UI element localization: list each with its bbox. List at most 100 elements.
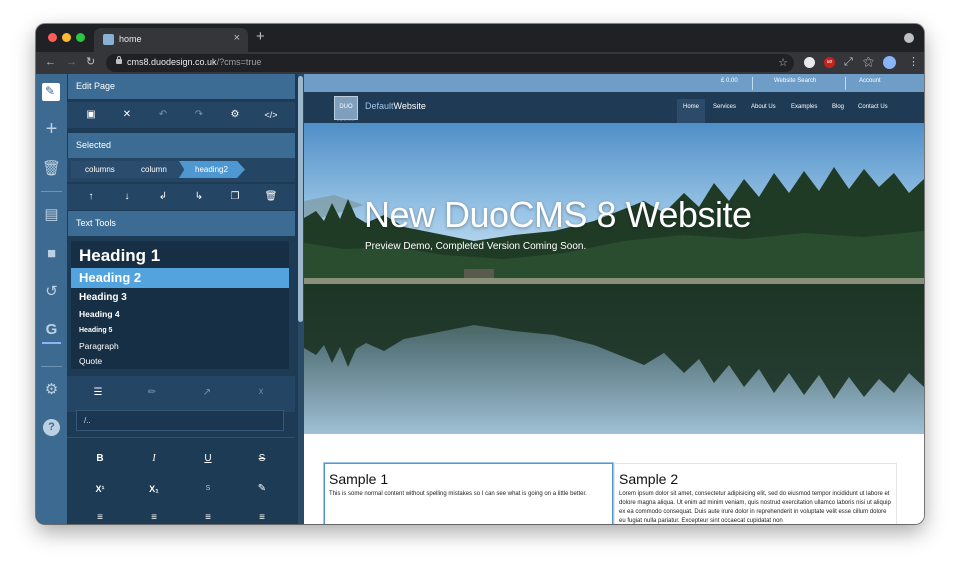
indent-icon[interactable]: ↲: [151, 188, 175, 206]
duplicate-icon[interactable]: ❐: [223, 188, 247, 206]
nav-services[interactable]: Services: [707, 99, 742, 123]
basket-total[interactable]: £ 0.00: [721, 78, 738, 84]
align-center-icon[interactable]: ≡: [142, 508, 166, 524]
puzzle-extensions-icon[interactable]: ⚝: [863, 55, 874, 69]
gear-icon[interactable]: ⚙: [223, 106, 247, 124]
move-down-icon[interactable]: ↓: [115, 188, 139, 206]
align-justify-icon[interactable]: ≡: [250, 508, 274, 524]
subscript-button[interactable]: X₁: [142, 479, 166, 499]
website-search-link[interactable]: Website Search: [774, 78, 816, 84]
sample-2-text[interactable]: Lorem ipsum dolor sit amet, consectetur …: [615, 487, 896, 524]
gear-icon[interactable]: ⚙: [42, 380, 61, 399]
superscript-button[interactable]: X¹: [88, 479, 112, 499]
browser-toolbar: ← → ↻ cms8.duodesign.co.uk/?cms=true ☆ u…: [36, 52, 924, 74]
redo-icon[interactable]: ↷: [187, 106, 211, 124]
underline-button[interactable]: U: [196, 449, 220, 469]
sample-1-text[interactable]: This is some normal content without spel…: [325, 487, 612, 499]
duo-logo[interactable]: DUO: [334, 96, 358, 120]
url-host: cms8.duodesign.co.uk: [127, 57, 217, 67]
hero-title[interactable]: New DuoCMS 8 Website: [364, 194, 752, 236]
document-icon[interactable]: ▤: [42, 205, 61, 224]
cms-editor-panel: Edit Page ▣ ✕ ↶ ↷ ⚙ </> Selected columns…: [67, 74, 298, 524]
sample-2-title[interactable]: Sample 2: [615, 464, 896, 487]
trash-icon[interactable]: 🗑: [42, 159, 61, 178]
duo-logo-subtext: DESIGN: [337, 118, 355, 122]
code-icon[interactable]: </>: [259, 106, 283, 124]
resize-extension-icon[interactable]: ⤢: [844, 55, 853, 69]
nav-examples[interactable]: Examples: [785, 99, 823, 123]
url-path: /?cms=true: [216, 57, 262, 67]
rail-divider: [41, 366, 62, 367]
link-url-input[interactable]: /..: [76, 410, 284, 431]
smallcaps-button[interactable]: S: [196, 479, 220, 499]
bold-button[interactable]: B: [88, 449, 112, 469]
address-bar[interactable]: cms8.duodesign.co.uk/?cms=true ☆: [106, 54, 794, 72]
nav-contact-us[interactable]: Contact Us: [852, 99, 894, 123]
profile-avatar[interactable]: [883, 56, 896, 69]
breadcrumb-heading2[interactable]: heading2: [179, 161, 245, 178]
google-g-icon[interactable]: G: [42, 320, 61, 339]
align-left-icon[interactable]: ≡: [88, 508, 112, 524]
breadcrumb-column[interactable]: column: [125, 161, 187, 178]
move-up-icon[interactable]: ↑: [79, 188, 103, 206]
back-arrow-icon[interactable]: ←: [45, 55, 56, 69]
maximize-window-icon[interactable]: [76, 33, 85, 42]
tab-close-icon[interactable]: ×: [234, 32, 240, 44]
external-link-icon[interactable]: ↗: [195, 384, 219, 402]
sample-1-title[interactable]: Sample 1: [325, 464, 612, 487]
breadcrumb-columns[interactable]: columns: [71, 161, 133, 178]
strikethrough-button[interactable]: S: [250, 449, 274, 469]
reload-icon[interactable]: ↻: [86, 55, 95, 69]
add-plus-icon[interactable]: +: [42, 119, 61, 139]
color-picker-icon[interactable]: ✎: [250, 479, 274, 499]
outdent-icon[interactable]: ↳: [187, 188, 211, 206]
history-icon[interactable]: ↺: [42, 282, 61, 301]
tab-bar: home × +: [36, 24, 924, 52]
close-icon[interactable]: ✕: [115, 106, 139, 124]
sample-2-column[interactable]: Sample 2 Lorem ipsum dolor sit amet, con…: [614, 463, 897, 524]
heading-3-option[interactable]: Heading 3: [71, 289, 289, 306]
topbar-divider: [845, 77, 846, 90]
tab-favicon-icon: [103, 34, 114, 45]
sample-1-column[interactable]: Sample 1 This is some normal content wit…: [324, 463, 613, 524]
bookmark-star-icon[interactable]: ☆: [778, 56, 788, 69]
quote-option[interactable]: Quote: [71, 353, 289, 369]
ublock-extension-icon[interactable]: uo: [824, 57, 835, 68]
hero-subtitle[interactable]: Preview Demo, Completed Version Coming S…: [365, 241, 586, 252]
edit-pencil-icon[interactable]: ✎: [42, 83, 60, 101]
nav-home[interactable]: Home: [677, 99, 706, 123]
help-icon[interactable]: ?: [43, 419, 60, 436]
delete-icon[interactable]: 🗑: [259, 188, 283, 206]
nav-about-us[interactable]: About Us: [745, 99, 782, 123]
site-navigation: DUO DESIGN DefaultWebsite Home Services …: [304, 92, 924, 123]
url-text: cms8.duodesign.co.uk/?cms=true: [127, 57, 261, 67]
save-icon[interactable]: ▣: [79, 106, 103, 124]
browser-menu-icon[interactable]: [904, 33, 914, 43]
unlink-icon[interactable]: ☓: [249, 384, 273, 402]
account-link[interactable]: Account: [859, 78, 881, 84]
nav-blog[interactable]: Blog: [826, 99, 850, 123]
sitemap-icon[interactable]: ☰: [86, 384, 110, 402]
heading-5-option[interactable]: Heading 5: [71, 323, 289, 339]
italic-button[interactable]: I: [142, 449, 166, 469]
site-brand[interactable]: DefaultWebsite: [365, 101, 426, 111]
content-area: Sample 1 This is some normal content wit…: [304, 434, 924, 524]
minimize-window-icon[interactable]: [62, 33, 71, 42]
close-window-icon[interactable]: [48, 33, 57, 42]
paragraph-option[interactable]: Paragraph: [71, 338, 289, 354]
extension-circle-icon[interactable]: [804, 57, 815, 68]
link-toolbar: ☰ ✏ ↗ ☓: [67, 376, 295, 412]
tab-title: home: [119, 34, 142, 44]
heading-1-option[interactable]: Heading 1: [71, 244, 289, 268]
brush-icon[interactable]: ✏: [140, 384, 164, 402]
undo-icon[interactable]: ↶: [151, 106, 175, 124]
heading-4-option[interactable]: Heading 4: [71, 306, 289, 323]
panel-scrollbar-thumb[interactable]: [298, 76, 303, 322]
more-menu-icon[interactable]: ⋮: [908, 55, 919, 69]
align-right-icon[interactable]: ≡: [196, 508, 220, 524]
new-tab-button[interactable]: +: [256, 29, 265, 45]
forward-arrow-icon[interactable]: →: [66, 55, 77, 69]
heading-2-option[interactable]: Heading 2: [71, 268, 289, 288]
browser-tab[interactable]: home ×: [94, 28, 248, 52]
folder-icon[interactable]: ■: [42, 244, 61, 263]
